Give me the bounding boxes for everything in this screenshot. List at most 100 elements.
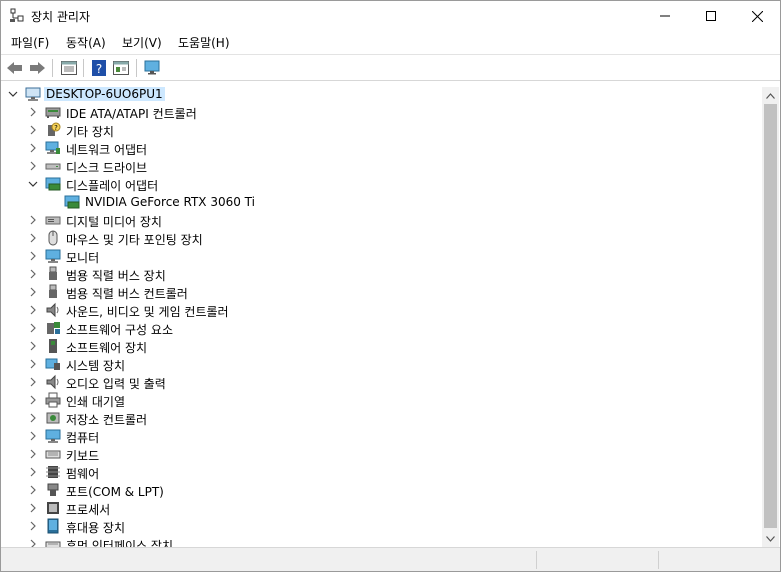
tree-category[interactable]: 휴먼 인터페이스 장치 (1, 535, 762, 547)
tree-category[interactable]: 포트(COM & LPT) (1, 481, 762, 499)
device-tree[interactable]: DESKTOP-6UO6PU1 IDE ATA/ATAPI 컨트롤러? 기타 장치… (1, 81, 762, 547)
chevron-right-icon[interactable] (28, 125, 38, 135)
vertical-scrollbar[interactable] (762, 87, 779, 547)
tree-category[interactable]: ? 기타 장치 (1, 121, 762, 139)
usb-icon (49, 266, 57, 280)
chevron-right-icon[interactable] (28, 143, 38, 153)
toolbar: ? (1, 54, 780, 81)
category-label: 시스템 장치 (66, 359, 126, 373)
chevron-right-icon[interactable] (28, 323, 38, 333)
speaker-icon (46, 302, 59, 318)
minimize-button[interactable] (642, 1, 688, 31)
tree-category[interactable]: 소프트웨어 장치 (1, 337, 762, 355)
usb-icon (49, 284, 57, 298)
maximize-button[interactable] (688, 1, 734, 31)
chevron-right-icon[interactable] (28, 449, 38, 459)
tree-device[interactable]: NVIDIA GeForce RTX 3060 Ti (1, 193, 762, 211)
scan-hardware-button[interactable] (143, 58, 163, 78)
chevron-right-icon[interactable] (28, 413, 38, 423)
chevron-right-icon[interactable] (28, 341, 38, 351)
chevron-right-icon[interactable] (28, 431, 38, 441)
chevron-right-icon[interactable] (28, 305, 38, 315)
chevron-right-icon[interactable] (28, 107, 38, 117)
toolbar-separator (83, 59, 84, 77)
scrollbar-thumb[interactable] (764, 104, 777, 528)
tree-category[interactable]: 네트워크 어댑터 (1, 139, 762, 157)
display-adapter-icon (45, 177, 61, 191)
scroll-down-button[interactable] (762, 530, 779, 547)
tree-category[interactable]: 사운드, 비디오 및 게임 컨트롤러 (1, 301, 762, 319)
chevron-right-icon[interactable] (28, 251, 38, 261)
forward-button[interactable] (27, 58, 47, 78)
menu-help[interactable]: 도움말(H) (178, 34, 230, 51)
tree-category[interactable]: 휴대용 장치 (1, 517, 762, 535)
tree-category[interactable]: 범용 직렬 버스 컨트롤러 (1, 283, 762, 301)
chevron-right-icon[interactable] (28, 233, 38, 243)
tree-category[interactable]: 디스플레이 어댑터 (1, 175, 762, 193)
chevron-down-icon[interactable] (8, 89, 18, 99)
chevron-right-icon[interactable] (28, 539, 38, 547)
category-label: 키보드 (66, 449, 100, 463)
category-label: 마우스 및 기타 포인팅 장치 (66, 233, 203, 247)
tree-category[interactable]: 펌웨어 (1, 463, 762, 481)
chevron-right-icon[interactable] (28, 485, 38, 495)
tree-category[interactable]: 시스템 장치 (1, 355, 762, 373)
tree-category[interactable]: 오디오 입력 및 출력 (1, 373, 762, 391)
chevron-right-icon[interactable] (28, 467, 38, 477)
network-adapter-icon (45, 141, 60, 154)
tree-root[interactable]: DESKTOP-6UO6PU1 (1, 85, 762, 103)
title-bar[interactable]: 장치 관리자 (1, 1, 780, 31)
back-button[interactable] (5, 58, 25, 78)
tree-category[interactable]: 모니터 (1, 247, 762, 265)
ide-controller-icon (45, 107, 61, 118)
tree-category[interactable]: 소프트웨어 구성 요소 (1, 319, 762, 337)
tree-category[interactable]: 인쇄 대기열 (1, 391, 762, 409)
properties-button[interactable] (59, 58, 79, 78)
chevron-right-icon[interactable] (28, 215, 38, 225)
toolbar-separator (52, 59, 53, 77)
close-icon (751, 10, 763, 22)
keyboard-icon (45, 450, 61, 459)
chevron-right-icon[interactable] (28, 359, 38, 369)
properties-icon (61, 61, 77, 75)
category-label: 범용 직렬 버스 컨트롤러 (66, 287, 188, 301)
firmware-icon (46, 466, 60, 478)
category-label: 프로세서 (66, 503, 111, 517)
tree-category[interactable]: 저장소 컨트롤러 (1, 409, 762, 427)
tree-category[interactable]: 컴퓨터 (1, 427, 762, 445)
tree-category[interactable]: 범용 직렬 버스 장치 (1, 265, 762, 283)
menu-action[interactable]: 동작(A) (66, 34, 106, 51)
category-label: 기타 장치 (66, 125, 114, 139)
scroll-up-button[interactable] (762, 87, 779, 104)
help-button[interactable]: ? (89, 58, 109, 78)
menu-view[interactable]: 보기(V) (122, 34, 162, 51)
menu-file[interactable]: 파일(F) (11, 34, 49, 51)
category-label: IDE ATA/ATAPI 컨트롤러 (66, 107, 197, 121)
tree-category[interactable]: IDE ATA/ATAPI 컨트롤러 (1, 103, 762, 121)
status-segment (537, 551, 659, 569)
chevron-right-icon[interactable] (28, 377, 38, 387)
computer-name[interactable]: DESKTOP-6UO6PU1 (44, 87, 165, 101)
chevron-right-icon[interactable] (28, 503, 38, 513)
category-label: 컴퓨터 (66, 431, 100, 445)
chevron-right-icon[interactable] (28, 521, 38, 531)
chevron-right-icon[interactable] (28, 287, 38, 297)
tree-category[interactable]: 디스크 드라이브 (1, 157, 762, 175)
tree-category[interactable]: 키보드 (1, 445, 762, 463)
category-label: 디스플레이 어댑터 (66, 179, 159, 193)
category-label: 사운드, 비디오 및 게임 컨트롤러 (66, 305, 229, 319)
system-device-icon (45, 358, 60, 370)
chevron-down-icon[interactable] (28, 179, 38, 189)
chevron-right-icon[interactable] (28, 269, 38, 279)
view-button[interactable] (111, 58, 131, 78)
tree-category[interactable]: 디지털 미디어 장치 (1, 211, 762, 229)
category-label: 휴대용 장치 (66, 521, 126, 535)
close-button[interactable] (734, 1, 780, 31)
tree-category[interactable]: 마우스 및 기타 포인팅 장치 (1, 229, 762, 247)
category-label: 범용 직렬 버스 장치 (66, 269, 166, 283)
back-icon (7, 62, 22, 74)
chevron-right-icon[interactable] (28, 161, 38, 171)
tree-category[interactable]: 프로세서 (1, 499, 762, 517)
chevron-right-icon[interactable] (28, 395, 38, 405)
category-label: 모니터 (66, 251, 100, 265)
